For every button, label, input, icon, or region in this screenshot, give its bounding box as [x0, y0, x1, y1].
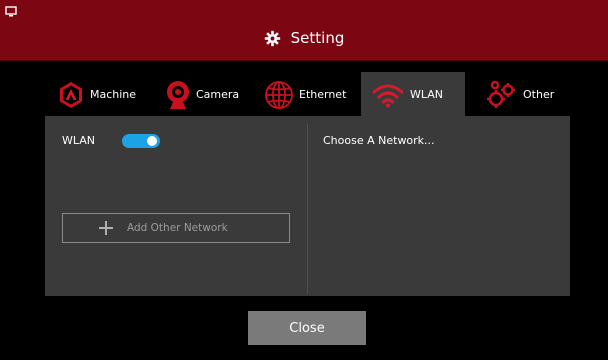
machine-icon: [60, 81, 82, 108]
choose-network-label: Choose A Network...: [323, 134, 435, 147]
panel-divider: [307, 124, 308, 294]
close-button[interactable]: Close: [248, 311, 366, 345]
add-other-network-button[interactable]: Add Other Network: [62, 213, 290, 243]
tab-wlan-label: WLAN: [410, 88, 444, 101]
plus-icon: [99, 221, 113, 235]
tab-camera[interactable]: Camera: [165, 72, 239, 117]
page-title: Setting: [0, 0, 608, 60]
wlan-label: WLAN: [62, 134, 96, 147]
tab-bar: Machine Camera Ethernet WLAN Other: [45, 72, 570, 117]
tab-ethernet-label: Ethernet: [299, 88, 347, 101]
tab-camera-label: Camera: [196, 88, 240, 101]
tab-machine-label: Machine: [90, 88, 137, 101]
tab-other[interactable]: Other: [484, 72, 554, 117]
wlan-panel: WLAN Add Other Network Choose A Network.…: [45, 116, 570, 296]
gears-icon: [487, 80, 515, 108]
gear-icon: [264, 30, 280, 46]
globe-icon: [265, 80, 293, 109]
tab-ethernet[interactable]: Ethernet: [264, 72, 346, 117]
wifi-icon: [372, 84, 404, 107]
camera-icon: [167, 80, 189, 109]
tab-other-label: Other: [523, 88, 555, 101]
tab-wlan[interactable]: WLAN: [361, 72, 465, 117]
toggle-knob: [147, 136, 157, 146]
tab-machine[interactable]: Machine: [57, 72, 136, 117]
title-text: Setting: [290, 29, 345, 47]
title-bar: Setting: [0, 0, 608, 61]
wlan-toggle[interactable]: [122, 134, 160, 148]
add-other-network-label: Add Other Network: [127, 222, 228, 234]
